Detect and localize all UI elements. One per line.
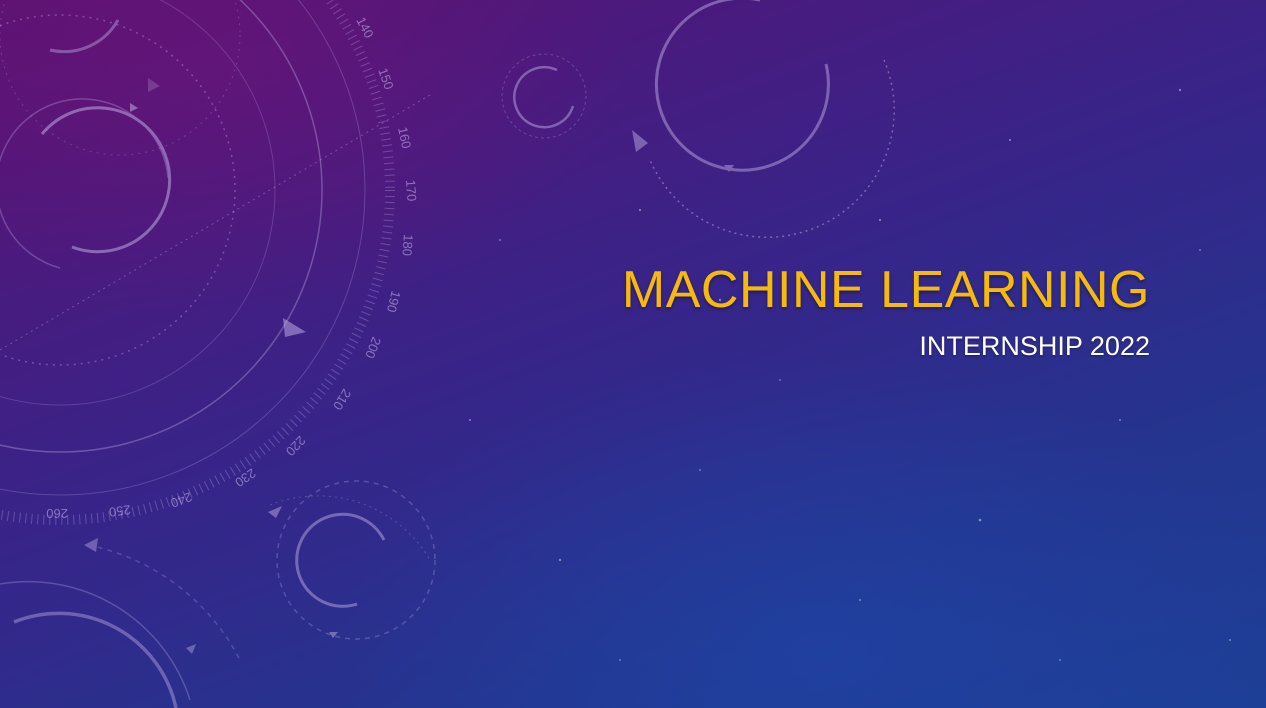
slide-title: MACHINE LEARNING	[621, 261, 1150, 319]
dial-label: 240	[169, 489, 195, 511]
dial-label: 230	[232, 466, 258, 491]
top-left-arcs	[0, 0, 241, 156]
dial-label: 140	[353, 14, 376, 40]
large-dial-graphic	[0, 0, 431, 525]
title-slide: 140 150 160 170 180 190 200 210 220 230 …	[0, 0, 1266, 708]
dial-labels: 140 150 160 170 180 190 200 210 220 230 …	[46, 14, 419, 521]
top-ring-graphic	[632, 0, 895, 238]
dial-label: 170	[403, 179, 419, 202]
star-field	[469, 88, 1231, 661]
bottom-ring-graphic	[268, 480, 436, 640]
dial-label: 180	[399, 234, 415, 257]
dial-label: 260	[46, 506, 68, 521]
dial-label: 220	[283, 433, 309, 459]
left-ring-graphic	[0, 98, 172, 269]
dial-label: 160	[395, 126, 414, 150]
title-block: MACHINE LEARNING INTERNSHIP 2022	[622, 258, 1150, 364]
dial-label: 200	[362, 335, 384, 361]
dial-label: 190	[384, 289, 404, 314]
small-ring-graphic	[501, 53, 587, 139]
dial-label: 150	[375, 66, 397, 92]
dial-label: 210	[330, 386, 354, 412]
bottom-left-ring-graphic	[0, 538, 241, 708]
slide-subtitle: INTERNSHIP 2022	[919, 331, 1150, 361]
dial-label: 250	[108, 502, 132, 520]
